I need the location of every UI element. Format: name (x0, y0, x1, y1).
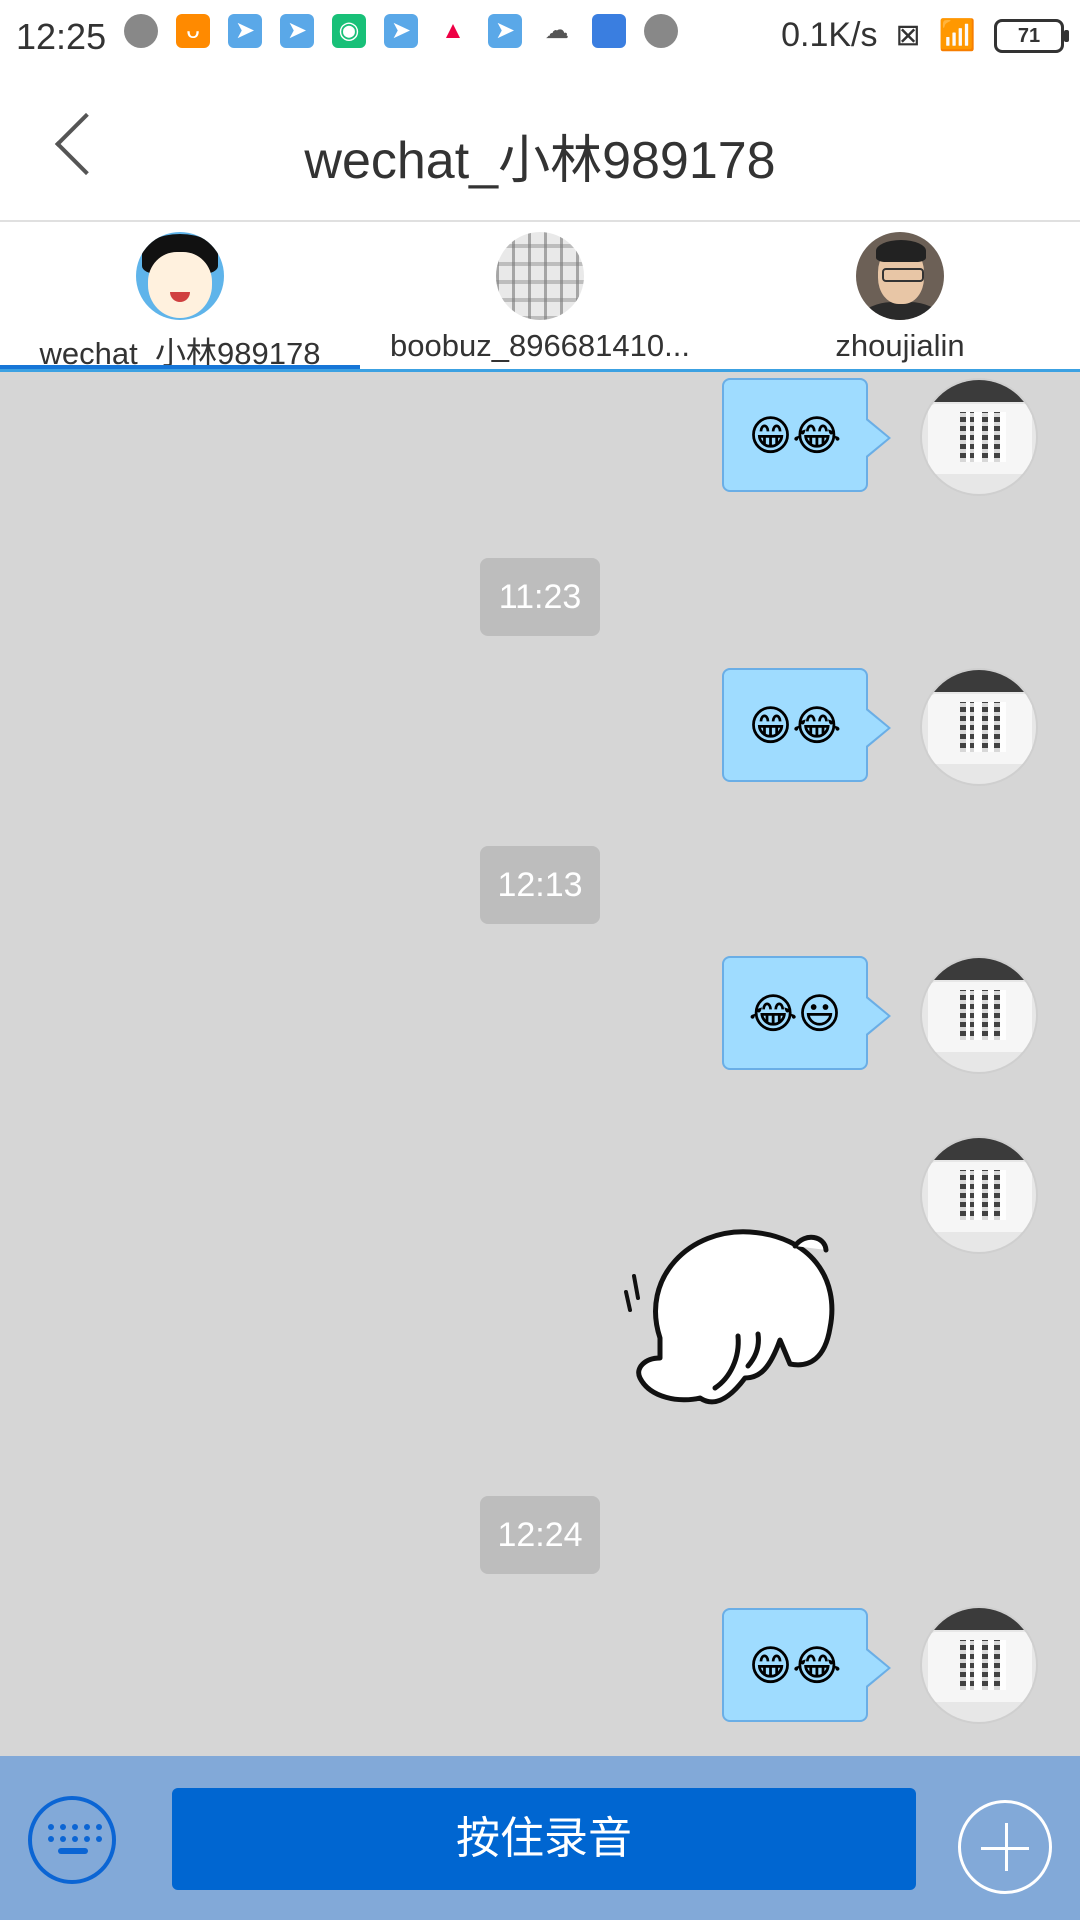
send-icon: ➤ (280, 14, 314, 48)
chat-area[interactable]: 😁😂 11:23 😁😂 12:13 😂😃 12:24 😁😂 (0, 372, 1080, 1756)
battery-level: 71 (1017, 24, 1041, 47)
tab-label: boobuz_896681410... (390, 328, 690, 363)
avatar (856, 232, 944, 320)
status-time: 12:25 (16, 16, 107, 57)
tab-contact-1[interactable]: wechat_小林989178 (0, 222, 360, 372)
avatar (136, 232, 224, 320)
record-icon (644, 14, 678, 48)
avatar (496, 232, 584, 320)
record-icon (124, 14, 158, 48)
landscape-icon (592, 14, 626, 48)
cloud-icon: ☁ (540, 14, 574, 48)
keyboard-icon[interactable] (28, 1796, 116, 1884)
avatar[interactable] (922, 1138, 1036, 1252)
bunny-sticker[interactable] (620, 1218, 846, 1428)
avatar[interactable] (922, 670, 1036, 784)
network-speed: 0.1K/s (781, 16, 878, 54)
tab-contact-3[interactable]: zhoujialin (720, 222, 1080, 372)
wifi-icon: 📶 (938, 19, 976, 52)
tab-label: zhoujialin (835, 328, 965, 363)
avatar[interactable] (922, 1608, 1036, 1722)
avatar[interactable] (922, 380, 1036, 494)
title-bar: wechat_小林989178 (0, 74, 1080, 220)
sim-off-icon: ⊠ (895, 19, 921, 52)
contact-tabs: wechat_小林989178 boobuz_896681410... zhou… (0, 220, 1080, 372)
status-right: 0.1K/s ⊠ 📶 71 (781, 16, 1069, 55)
avatar[interactable] (922, 958, 1036, 1072)
notification-icons: ᴗ ➤ ➤ ◉ ➤ ▲ ➤ ☁ (124, 14, 678, 48)
time-stamp: 12:13 (480, 846, 600, 924)
send-icon: ➤ (384, 14, 418, 48)
photos-icon: ▲ (436, 14, 470, 48)
message-bubble[interactable]: 😁😂 (722, 668, 891, 782)
message-bubble[interactable]: 😁😂 (722, 378, 891, 492)
status-bar: 12:25 ᴗ ➤ ➤ ◉ ➤ ▲ ➤ ☁ 0.1K/s ⊠ 📶 71 (0, 0, 1080, 74)
send-icon: ➤ (488, 14, 522, 48)
message-bubble[interactable]: 😁😂 (722, 1608, 891, 1722)
time-stamp: 11:23 (480, 558, 600, 636)
battery-icon: 71 (994, 18, 1069, 53)
page-title: wechat_小林989178 (304, 132, 776, 190)
input-bar: 按住录音 (0, 1756, 1080, 1920)
hold-to-record-button[interactable]: 按住录音 (172, 1788, 916, 1890)
tab-contact-2[interactable]: boobuz_896681410... (360, 222, 720, 372)
taobao-icon: ᴗ (176, 14, 210, 48)
send-icon: ➤ (228, 14, 262, 48)
time-stamp: 12:24 (480, 1496, 600, 1574)
message-bubble[interactable]: 😂😃 (722, 956, 891, 1070)
app-icon: ◉ (332, 14, 366, 48)
plus-icon[interactable] (958, 1800, 1052, 1894)
